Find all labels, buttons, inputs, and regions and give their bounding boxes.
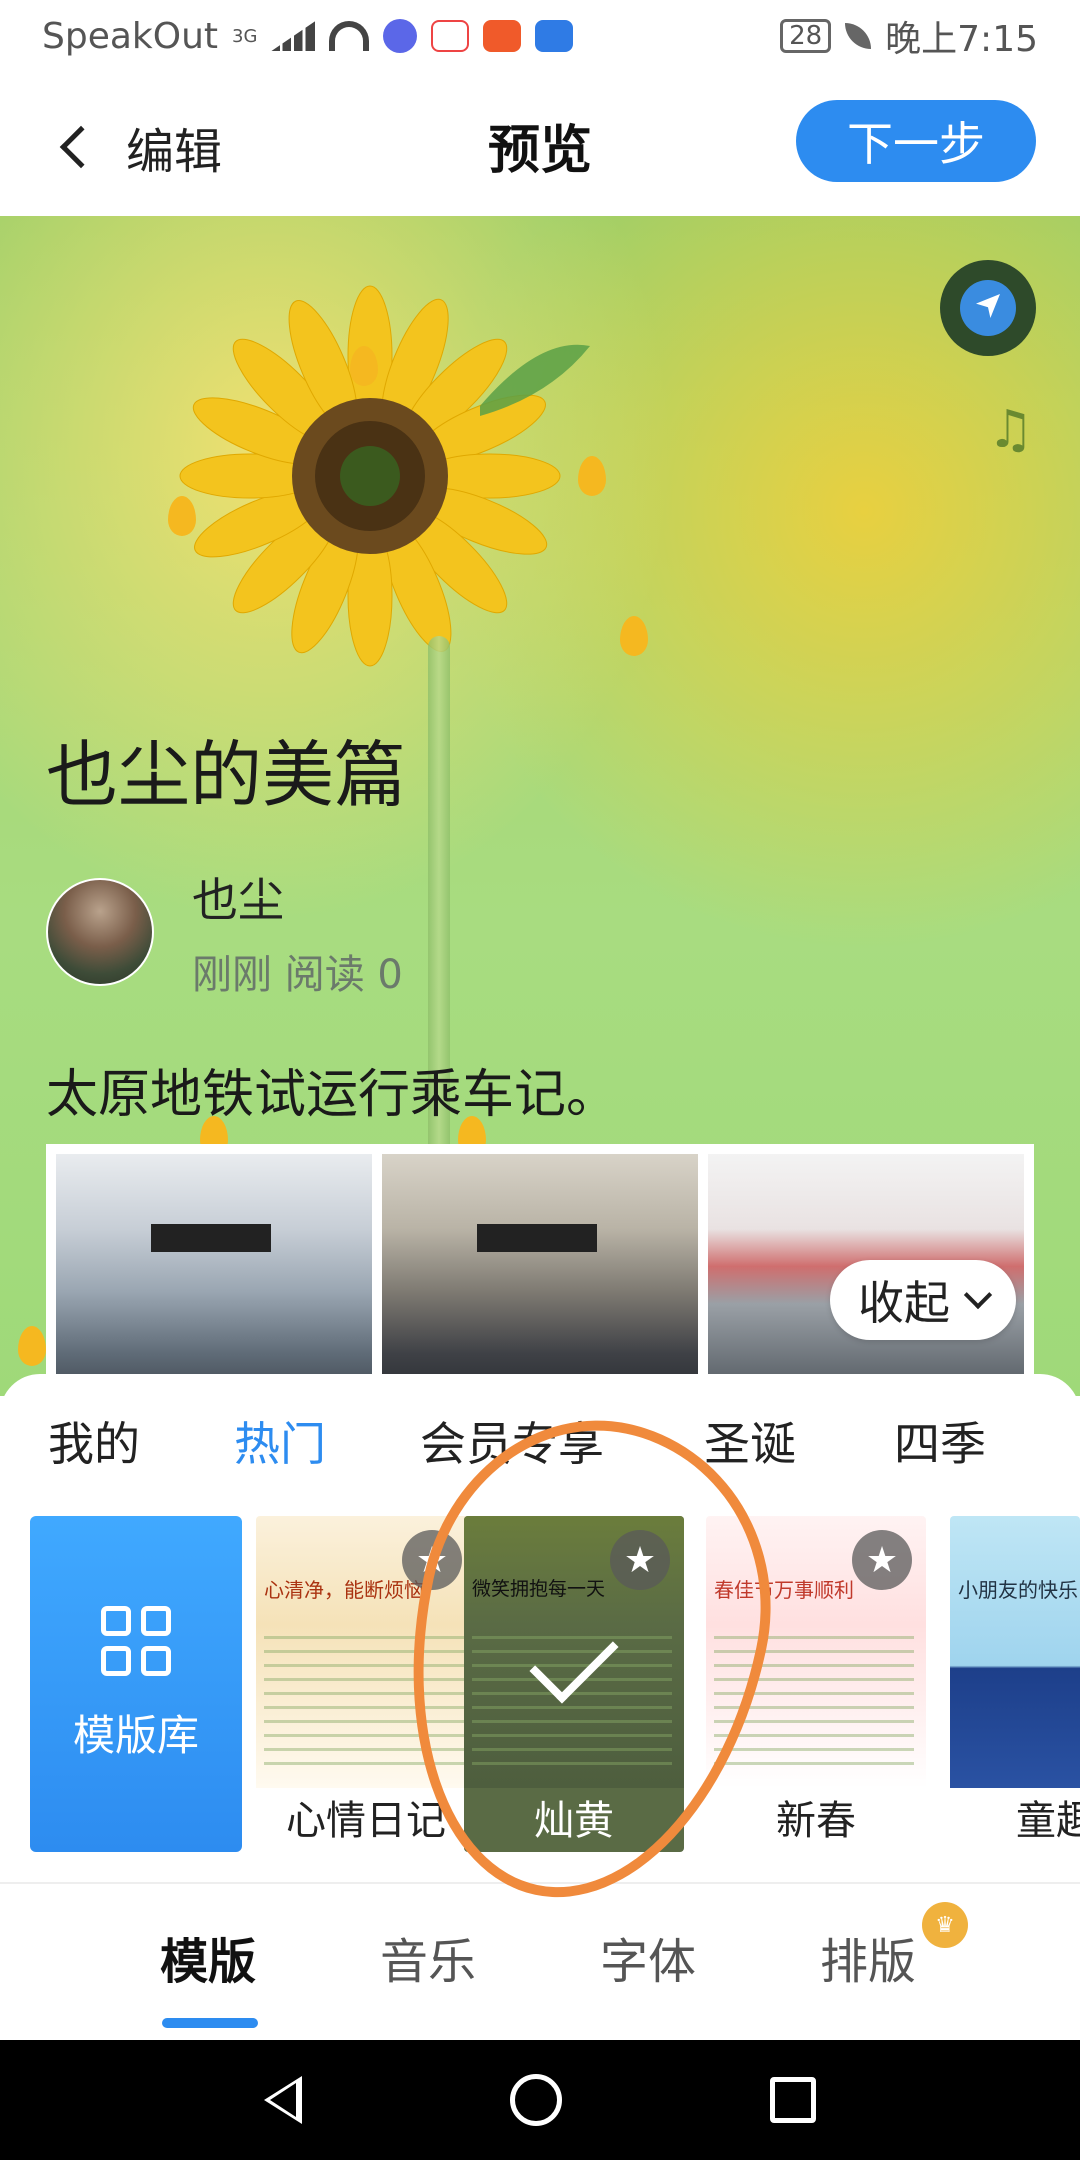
- tab-layout[interactable]: 排版: [820, 1922, 916, 1992]
- battery-level: 28: [789, 21, 823, 51]
- clock: 晚上7:15: [885, 19, 1038, 60]
- avatar[interactable]: [46, 878, 154, 986]
- top-nav: 编辑 预览 下一步: [0, 72, 1080, 216]
- network-type: 3G: [232, 25, 258, 47]
- template-label: 灿黄: [534, 1798, 614, 1844]
- book-app-icon: [431, 20, 470, 52]
- editor-bottom-tabs: 模版 音乐 字体 排版 ♛: [0, 1902, 1080, 2028]
- signal-icon: [271, 21, 316, 51]
- next-step-button[interactable]: 下一步: [796, 100, 1036, 182]
- tab-music[interactable]: 音乐: [380, 1922, 476, 1992]
- collapse-button[interactable]: 收起: [830, 1260, 1016, 1340]
- floating-petal: [18, 1326, 46, 1366]
- tab-vip[interactable]: 会员专享: [420, 1408, 604, 1474]
- star-icon[interactable]: ★: [610, 1530, 670, 1590]
- video-app-icon: [483, 20, 522, 52]
- star-icon[interactable]: ★: [402, 1530, 462, 1590]
- tab-christmas[interactable]: 圣诞: [704, 1408, 796, 1474]
- template-label: 新春: [776, 1798, 856, 1844]
- thumbnail-title: 微笑拥抱每一天: [472, 1578, 606, 1600]
- author-name: 也尘: [192, 873, 284, 927]
- floating-petal: [620, 616, 648, 656]
- template-panel: 我的 热门 会员专享 圣诞 四季 模版库 心清净，能断烦恼 ★ 心情日记 微笑拥…: [0, 1374, 1080, 2040]
- thumbnail-title: 小朋友的快乐: [958, 1578, 1078, 1602]
- author-info: 也尘 刚刚 阅读 0: [192, 864, 403, 1000]
- carrier-name: SpeakOut: [42, 15, 219, 57]
- back-triangle-icon[interactable]: [264, 2076, 302, 2124]
- floating-petal: [168, 496, 196, 536]
- photo-subway-hall[interactable]: [56, 1154, 372, 1396]
- author-row: 也尘 刚刚 阅读 0: [46, 864, 403, 1000]
- star-icon[interactable]: ★: [852, 1530, 912, 1590]
- photo-subway-entrance[interactable]: [382, 1154, 698, 1396]
- recent-apps-icon[interactable]: [770, 2077, 816, 2123]
- wifi-icon: [329, 21, 370, 51]
- template-library-label: 模版库: [72, 1710, 199, 1760]
- music-note-icon[interactable]: ♫: [987, 400, 1034, 460]
- status-right: 28 晚上7:15: [780, 10, 1038, 62]
- shield-app-icon: [535, 20, 574, 52]
- floating-petal: [578, 456, 606, 496]
- template-card-spring-festival[interactable]: 春佳节万事顺利 ★ 新春: [706, 1516, 926, 1852]
- system-nav-bar: [0, 2040, 1080, 2160]
- collapse-label: 收起: [858, 1276, 950, 1330]
- battery-icon: 28: [780, 19, 832, 53]
- article-description: 太原地铁试运行乘车记。: [46, 1065, 619, 1125]
- floating-petal: [350, 346, 378, 386]
- author-meta: 刚刚 阅读 0: [192, 952, 403, 998]
- template-label: 心情日记: [286, 1798, 446, 1844]
- divider: [0, 1882, 1080, 1884]
- template-library-button[interactable]: 模版库: [30, 1516, 242, 1852]
- status-left: SpeakOut 3G: [42, 15, 574, 57]
- thumbnail-title: 心清净，能断烦恼: [264, 1578, 424, 1602]
- sunflower-image: [179, 285, 590, 667]
- leaf-icon: [845, 23, 872, 49]
- tab-font[interactable]: 字体: [600, 1922, 696, 1992]
- status-bar: SpeakOut 3G 28 晚上7:15: [0, 0, 1080, 72]
- tab-template[interactable]: 模版: [160, 1922, 256, 1992]
- template-card-bright-yellow[interactable]: 微笑拥抱每一天 ★ 灿黄: [464, 1516, 684, 1852]
- tab-seasons[interactable]: 四季: [894, 1408, 986, 1474]
- music-app-icon: [383, 19, 418, 53]
- chevron-down-icon: [963, 1280, 993, 1310]
- tab-hot[interactable]: 热门: [234, 1408, 326, 1474]
- home-circle-icon[interactable]: [510, 2074, 562, 2126]
- template-category-tabs: 我的 热门 会员专享 圣诞 四季: [0, 1408, 1080, 1488]
- template-card-childhood[interactable]: 小朋友的快乐 童趣: [950, 1516, 1080, 1852]
- active-tab-indicator: [162, 2018, 258, 2028]
- tab-mine[interactable]: 我的: [48, 1408, 140, 1474]
- article-preview: ♫ 也尘的美篇 也尘 刚刚 阅读 0 太原地铁试运行乘车记。 收起: [0, 216, 1080, 1396]
- template-thumbnail: 小朋友的快乐: [950, 1516, 1080, 1788]
- plane-badge-icon[interactable]: [940, 260, 1036, 356]
- thumbnail-title: 春佳节万事顺利: [714, 1578, 854, 1602]
- grid-icon: [101, 1605, 171, 1676]
- crown-icon: ♛: [922, 1902, 968, 1948]
- template-label: 童趣: [1016, 1798, 1080, 1844]
- template-card-mood-diary[interactable]: 心清净，能断烦恼 ★ 心情日记: [256, 1516, 476, 1852]
- article-title: 也尘的美篇: [46, 733, 407, 817]
- template-list: 模版库 心清净，能断烦恼 ★ 心情日记 微笑拥抱每一天 ★ 灿黄 春佳节万事顺利: [0, 1516, 1080, 1852]
